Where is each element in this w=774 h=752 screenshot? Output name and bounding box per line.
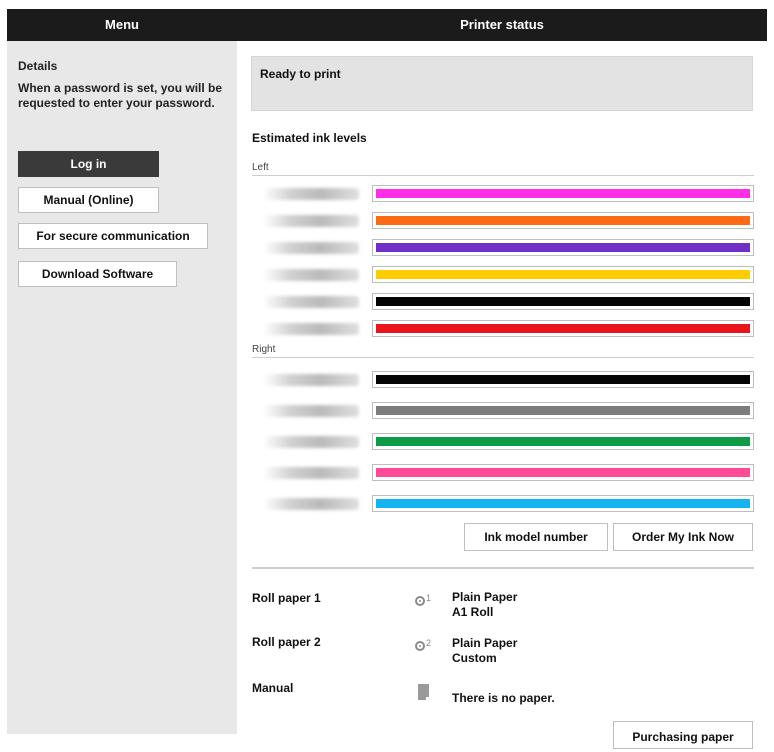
left-ink-name xyxy=(263,242,359,254)
printer-status-page: Menu Printer status Details When a passw… xyxy=(7,9,767,749)
roll-paper-1-type: Plain Paper xyxy=(452,590,518,604)
left-ink-level-fill xyxy=(376,216,750,225)
manual-paper-label: Manual xyxy=(252,681,294,695)
left-ink-name xyxy=(263,296,359,308)
right-ink-level-fill xyxy=(376,437,750,446)
roll-paper-2-label: Roll paper 2 xyxy=(252,635,321,649)
ink-group-left-divider xyxy=(252,175,754,176)
roll-paper-2-size: Custom xyxy=(452,651,497,665)
download-software-button[interactable]: Download Software xyxy=(18,261,177,287)
login-button[interactable]: Log in xyxy=(18,151,159,177)
right-ink-name xyxy=(263,467,359,479)
secure-communication-button[interactable]: For secure communication xyxy=(18,223,208,249)
left-ink-name xyxy=(263,188,359,200)
left-ink-level-bar xyxy=(372,212,754,229)
sidebar: Details When a password is set, you will… xyxy=(7,41,237,734)
right-ink-level-fill xyxy=(376,468,750,477)
status-box: Ready to print xyxy=(251,56,753,111)
details-heading: Details xyxy=(18,59,58,73)
roll-paper-1-icon: 1 xyxy=(415,593,435,610)
order-ink-button[interactable]: Order My Ink Now xyxy=(613,523,753,551)
right-ink-name xyxy=(263,436,359,448)
manual-online-button[interactable]: Manual (Online) xyxy=(18,187,159,213)
right-ink-level-bar xyxy=(372,371,754,388)
left-ink-level-bar xyxy=(372,239,754,256)
ink-group-left-label: Left xyxy=(252,162,269,173)
password-note: When a password is set, you will be requ… xyxy=(18,81,223,110)
left-ink-name xyxy=(263,215,359,227)
status-text: Ready to print xyxy=(260,67,341,81)
menu-title: Menu xyxy=(105,17,139,32)
sheet-paper-icon xyxy=(418,684,430,701)
roll-paper-2-type: Plain Paper xyxy=(452,636,518,650)
section-divider xyxy=(252,567,754,569)
left-ink-level-fill xyxy=(376,297,750,306)
left-ink-level-bar xyxy=(372,266,754,283)
right-ink-level-fill xyxy=(376,499,750,508)
roll-paper-1-label: Roll paper 1 xyxy=(252,591,321,605)
right-ink-level-bar xyxy=(372,495,754,512)
printer-status-title: Printer status xyxy=(460,17,544,32)
left-ink-level-bar xyxy=(372,185,754,202)
manual-paper-value: There is no paper. xyxy=(452,691,555,705)
roll-paper-2-icon: 2 xyxy=(415,638,435,655)
left-ink-name xyxy=(263,323,359,335)
main-panel: Ready to print Estimated ink levels Left… xyxy=(237,41,767,749)
right-ink-name xyxy=(263,498,359,510)
left-ink-level-fill xyxy=(376,270,750,279)
roll-paper-1-value: Plain Paper A1 Roll xyxy=(452,590,517,620)
left-ink-level-fill xyxy=(376,324,750,333)
left-ink-name xyxy=(263,269,359,281)
ink-levels-title: Estimated ink levels xyxy=(252,131,367,145)
left-ink-level-bar xyxy=(372,320,754,337)
ink-group-right-divider xyxy=(252,357,754,358)
right-ink-level-bar xyxy=(372,433,754,450)
right-ink-name xyxy=(263,374,359,386)
right-ink-level-bar xyxy=(372,402,754,419)
right-ink-level-fill xyxy=(376,406,750,415)
right-ink-level-fill xyxy=(376,375,750,384)
left-ink-level-fill xyxy=(376,189,750,198)
right-ink-level-bar xyxy=(372,464,754,481)
top-bar: Menu Printer status xyxy=(7,9,767,41)
purchasing-paper-button[interactable]: Purchasing paper xyxy=(613,721,753,749)
roll-paper-2-value: Plain Paper Custom xyxy=(452,636,517,666)
left-ink-level-bar xyxy=(372,293,754,310)
roll-paper-1-size: A1 Roll xyxy=(452,605,494,619)
ink-group-right-label: Right xyxy=(252,344,276,355)
left-ink-level-fill xyxy=(376,243,750,252)
ink-model-number-button[interactable]: Ink model number xyxy=(464,523,608,551)
right-ink-name xyxy=(263,405,359,417)
